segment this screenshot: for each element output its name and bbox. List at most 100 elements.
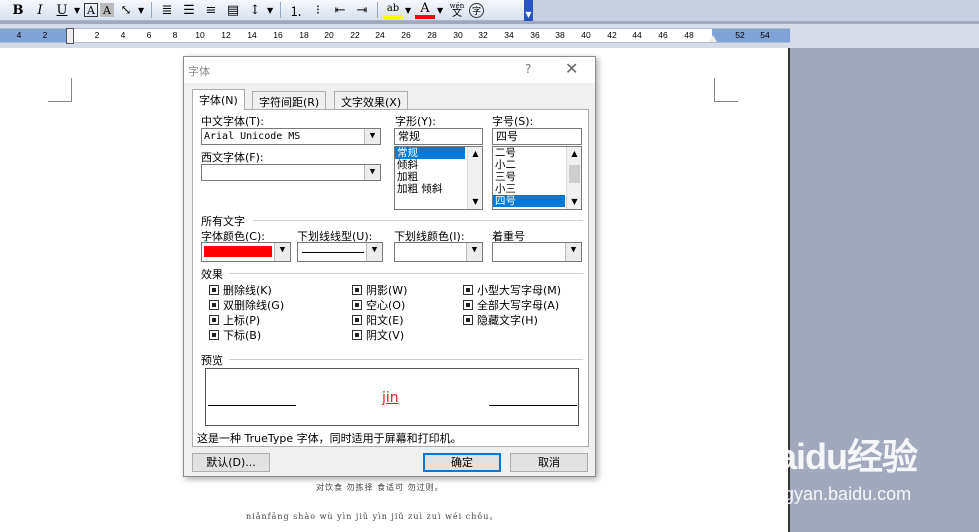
help-icon[interactable]: ? xyxy=(525,62,531,76)
line-spacing-icon[interactable]: ↕ xyxy=(245,1,265,19)
line-spacing-dropdown-icon[interactable]: ▼ xyxy=(267,6,275,15)
char-border-button[interactable]: A xyxy=(84,3,98,17)
align-justify-icon[interactable]: ≣ xyxy=(157,1,177,19)
ok-button[interactable]: 确定 xyxy=(423,453,501,472)
preview-text: jin xyxy=(382,390,399,406)
tab-text-effects[interactable]: 文字效果(X) xyxy=(334,91,409,109)
toolbar-separator xyxy=(151,2,152,18)
emphasis-mark-select[interactable]: ▼ xyxy=(492,242,582,262)
char-scale-icon[interactable]: ⤡ xyxy=(116,1,136,19)
horizontal-ruler[interactable]: 4 2 2 4 6 8 10 12 14 16 18 20 22 24 26 28 30 32 34 36 38 40 42… xyxy=(0,28,790,44)
checkbox-shadow[interactable]: 阴影(W) xyxy=(352,282,407,298)
char-scale-dropdown-icon[interactable]: ▼ xyxy=(138,6,146,15)
checkbox-box[interactable] xyxy=(352,300,362,310)
checkbox-small-caps[interactable]: 小型大写字母(M) xyxy=(463,282,561,298)
chevron-down-icon[interactable]: ▼ xyxy=(366,243,382,261)
checkbox-engrave[interactable]: 阴文(V) xyxy=(352,327,404,343)
font-size-input[interactable]: 四号 xyxy=(492,128,582,145)
scroll-up-icon[interactable]: ▲ xyxy=(468,147,482,161)
checkbox-emboss[interactable]: 阳文(E) xyxy=(352,312,404,328)
underline-style-select[interactable]: ▼ xyxy=(297,242,383,262)
checkbox-box[interactable] xyxy=(209,285,219,295)
chinese-font-select[interactable]: Arial Unicode MS ▼ xyxy=(201,128,381,145)
checkbox-box[interactable] xyxy=(352,285,362,295)
dialog-titlebar[interactable]: 字体 ? ✕ xyxy=(184,57,595,83)
chevron-down-icon[interactable]: ▼ xyxy=(565,243,581,261)
cancel-button[interactable]: 取消 xyxy=(510,453,588,472)
font-size-list[interactable]: 二号 小二 三号 小三 四号 ▲ ▼ xyxy=(492,146,582,210)
checkbox-double-strikethrough[interactable]: 双删除线(G) xyxy=(209,297,284,313)
checkbox-box[interactable] xyxy=(352,330,362,340)
ruler-number: 10 xyxy=(195,30,205,40)
scroll-thumb[interactable] xyxy=(569,165,580,183)
checkbox-box[interactable] xyxy=(352,315,362,325)
list-item[interactable]: 常规 xyxy=(395,147,465,159)
tab-font[interactable]: 字体(N) xyxy=(192,89,245,110)
checkbox-box[interactable] xyxy=(209,300,219,310)
scrollbar[interactable]: ▲ ▼ xyxy=(467,147,482,209)
distributed-align-icon[interactable]: ▤ xyxy=(223,1,243,19)
checkbox-outline[interactable]: 空心(O) xyxy=(352,297,405,313)
checkbox-box[interactable] xyxy=(209,330,219,340)
checkbox-label: 阳文(E) xyxy=(366,314,404,327)
checkbox-hidden[interactable]: 隐藏文字(H) xyxy=(463,312,538,328)
all-text-label: 所有文字 xyxy=(201,215,245,228)
chevron-down-icon[interactable]: ▼ xyxy=(274,243,290,261)
list-item[interactable]: 四号 xyxy=(493,195,565,207)
font-style-list[interactable]: 常规 倾斜 加粗 加粗 倾斜 ▲ ▼ xyxy=(394,146,483,210)
checkbox-strikethrough[interactable]: 删除线(K) xyxy=(209,282,272,298)
font-color-icon[interactable]: A xyxy=(415,1,435,19)
ruler-number: 20 xyxy=(324,30,334,40)
ruler-number: 2 xyxy=(94,30,100,40)
western-font-select[interactable]: ▼ xyxy=(201,164,381,181)
bullets-icon[interactable]: ⁝ xyxy=(308,1,328,19)
font-style-input[interactable]: 常规 xyxy=(394,128,483,145)
preview-box: jin xyxy=(205,368,579,426)
underline-dropdown-icon[interactable]: ▼ xyxy=(74,6,82,15)
chevron-down-icon[interactable]: ▼ xyxy=(364,165,380,180)
toolbar-empty-area xyxy=(533,0,979,21)
numbering-icon[interactable]: ⒈ xyxy=(286,1,306,20)
default-button[interactable]: 默认(D)... xyxy=(192,453,270,472)
checkbox-box[interactable] xyxy=(463,315,473,325)
underline-color-select[interactable]: ▼ xyxy=(394,242,483,262)
checkbox-all-caps[interactable]: 全部大写字母(A) xyxy=(463,297,559,313)
watermark-brand: Baidu经验 xyxy=(752,436,918,477)
toolbar-options-icon[interactable]: ▼ xyxy=(524,0,533,21)
ruler-number: 38 xyxy=(555,30,565,40)
scroll-up-icon[interactable]: ▲ xyxy=(567,147,581,161)
checkbox-superscript[interactable]: 上标(P) xyxy=(209,312,260,328)
align-center-icon[interactable]: ☰ xyxy=(179,1,199,19)
scroll-down-icon[interactable]: ▼ xyxy=(567,195,581,209)
italic-button[interactable]: I xyxy=(30,1,50,19)
checkbox-label: 上标(P) xyxy=(223,314,261,327)
font-color-swatch xyxy=(204,246,272,257)
highlight-dropdown-icon[interactable]: ▼ xyxy=(405,6,413,15)
font-color-dropdown-icon[interactable]: ▼ xyxy=(437,6,445,15)
highlight-icon[interactable]: ab xyxy=(383,1,403,19)
checkbox-label: 删除线(K) xyxy=(223,284,272,297)
char-shading-button[interactable]: A xyxy=(100,3,114,17)
chevron-down-icon[interactable]: ▼ xyxy=(364,129,380,144)
checkbox-box[interactable] xyxy=(463,300,473,310)
scrollbar[interactable]: ▲ ▼ xyxy=(566,147,581,209)
ruler-number: 34 xyxy=(504,30,514,40)
decrease-indent-icon[interactable]: ⇤ xyxy=(330,1,350,19)
tab-char-spacing[interactable]: 字符间距(R) xyxy=(252,91,327,109)
scroll-down-icon[interactable]: ▼ xyxy=(468,195,482,209)
font-color-select[interactable]: ▼ xyxy=(201,242,291,262)
chevron-down-icon[interactable]: ▼ xyxy=(466,243,482,261)
align-right-icon[interactable]: ≡ xyxy=(201,1,221,19)
checkbox-label: 阴文(V) xyxy=(366,329,405,342)
right-indent-marker-icon[interactable] xyxy=(709,35,717,42)
close-icon[interactable]: ✕ xyxy=(565,59,578,78)
enclose-char-icon[interactable]: 字 xyxy=(469,2,484,18)
underline-button[interactable]: U xyxy=(52,1,72,19)
indent-marker-icon[interactable] xyxy=(66,28,74,44)
phonetic-guide-icon[interactable]: wén 文 xyxy=(447,1,467,19)
checkbox-box[interactable] xyxy=(209,315,219,325)
bold-button[interactable]: B xyxy=(8,1,28,19)
checkbox-box[interactable] xyxy=(463,285,473,295)
checkbox-subscript[interactable]: 下标(B) xyxy=(209,327,261,343)
increase-indent-icon[interactable]: ⇥ xyxy=(352,1,372,19)
